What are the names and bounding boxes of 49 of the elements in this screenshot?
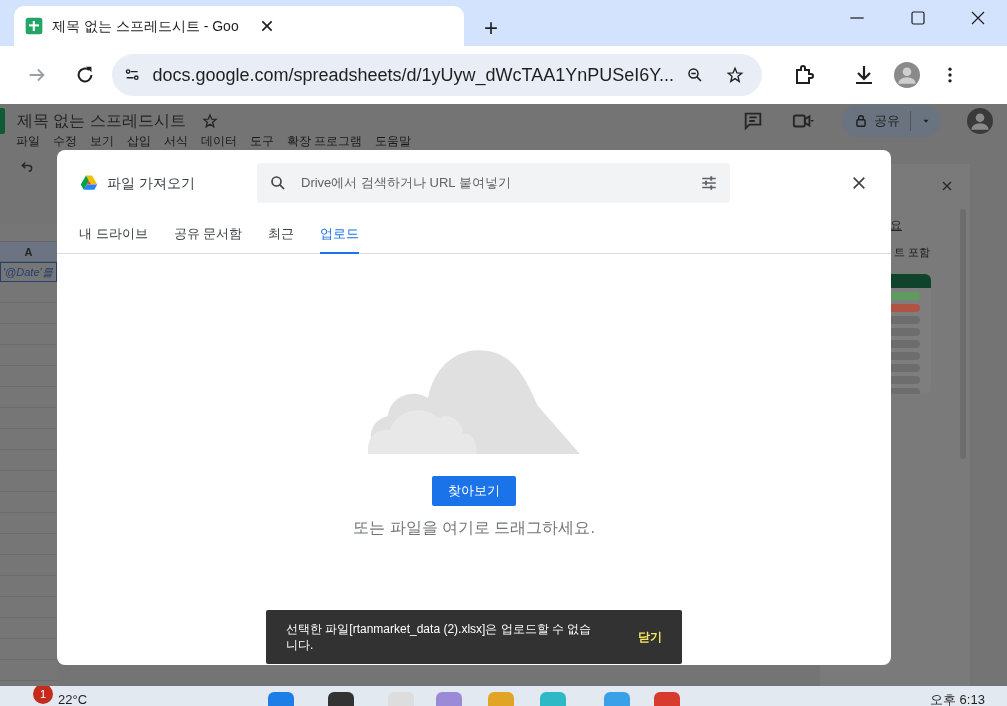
menu-item[interactable]: 도구 [250, 134, 274, 148]
drive-logo-icon [79, 174, 99, 192]
dismiss-button[interactable]: 닫기 [638, 628, 662, 646]
dialog-title: 파일 가져오기 [107, 173, 196, 193]
drop-hint: 또는 파일을 여기로 드래그하세요. [353, 518, 595, 538]
close-icon[interactable] [851, 175, 867, 191]
clock-text: 오후 6:13 [930, 691, 985, 706]
filter-icon[interactable] [700, 174, 718, 192]
sheets-logo-icon [0, 108, 5, 134]
dialog-tab[interactable]: 공유 문서함 [173, 214, 243, 254]
maximize-icon[interactable] [909, 9, 927, 27]
new-tab-button[interactable]: + [484, 16, 498, 40]
search-bar[interactable]: Drive에서 검색하거나 URL 붙여넣기 [257, 163, 730, 203]
share-label: 공유 [874, 111, 911, 131]
close-icon[interactable] [969, 9, 987, 27]
lock-icon [854, 114, 868, 128]
url-text: docs.google.com/spreadsheets/d/1yUyw_dWcTAA1YnPUSeI6Y... [152, 63, 674, 88]
avatar-icon[interactable] [894, 62, 920, 88]
snackbar-message: 선택한 파일[rtanmarket_data (2).xlsx]은 업로드할 수 없습니다. [286, 621, 593, 653]
search-icon [269, 174, 287, 192]
menu-item[interactable]: 수정 [53, 134, 77, 148]
panel-text: 트 포함 [894, 245, 931, 260]
search-input[interactable]: Drive에서 검색하거나 URL 붙여넣기 [301, 173, 686, 193]
menu-item[interactable]: 보기 [90, 134, 114, 148]
menu-item[interactable]: 도움말 [375, 134, 412, 148]
panel-link[interactable]: 요 [890, 216, 902, 234]
share-button[interactable]: 공유 [842, 105, 941, 137]
weather-text: 22°C [58, 691, 88, 706]
address-bar[interactable]: docs.google.com/spreadsheets/d/1yUyw_dWcTAA1YnPUSeI6Y... [112, 54, 762, 96]
dialog-tab[interactable]: 최근 [268, 214, 295, 254]
dialog-tab[interactable]: 업로드 [320, 214, 360, 254]
table-cell: '@Date'를 [0, 262, 57, 282]
avatar-icon[interactable] [967, 108, 993, 134]
menu-item[interactable]: 확장 프로그램 [287, 134, 363, 148]
column-header: A [0, 242, 57, 262]
notification-badge: 1 [33, 686, 53, 704]
menu-item[interactable]: 삽입 [127, 134, 151, 148]
document-title: 제목 없는 스프레드시트 [17, 111, 186, 131]
dialog-tab[interactable]: 내 드라이브 [79, 214, 148, 254]
menu-item[interactable]: 서식 [164, 134, 188, 148]
comment-icon[interactable] [742, 110, 764, 132]
menu-item[interactable]: 파일 [16, 134, 40, 148]
menu-item[interactable]: 데이터 [201, 134, 237, 148]
browser-tab[interactable]: 제목 없는 스프레드시트 - Goo [14, 6, 464, 46]
undo-icon[interactable] [20, 159, 34, 173]
tab-title: 제목 없는 스프레드시트 - Goo [52, 16, 239, 36]
browse-button[interactable]: 찾아보기 [432, 476, 516, 506]
star-icon[interactable] [201, 113, 218, 129]
sheets-icon [24, 16, 44, 36]
